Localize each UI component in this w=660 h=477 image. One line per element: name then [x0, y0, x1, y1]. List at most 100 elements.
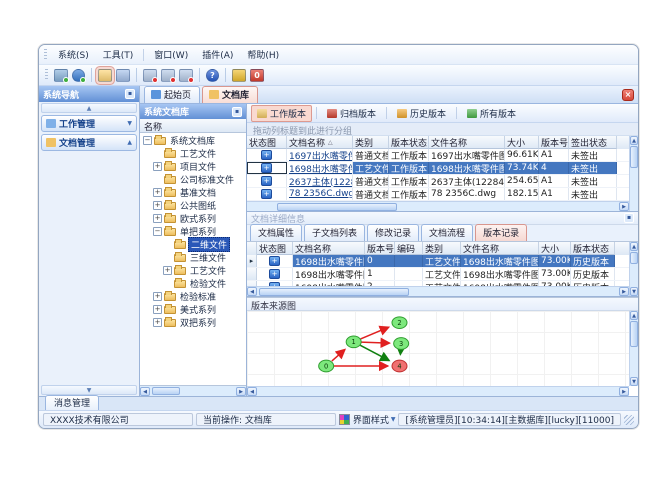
column-header-版本号[interactable]: 版本号: [539, 136, 569, 149]
tree-node-检验标准[interactable]: + 检验标准: [140, 290, 246, 303]
tree-node-工艺文件[interactable]: 工艺文件: [140, 147, 246, 160]
scroll-right-icon[interactable]: ▶: [619, 202, 629, 211]
column-header-状态图[interactable]: 状态图: [247, 136, 287, 149]
pin-icon[interactable]: ▪: [125, 89, 135, 99]
table-cell[interactable]: 1697出水嘴零件图.dwg: [429, 149, 505, 161]
menu-item-3[interactable]: 窗口(W): [147, 46, 195, 63]
scroll-right-icon[interactable]: ▶: [236, 386, 246, 396]
tree-node-美式系列[interactable]: + 美式系列: [140, 303, 246, 316]
button-历史版本[interactable]: 历史版本: [391, 105, 452, 122]
tree-node-二维文件[interactable]: 二维文件: [140, 237, 246, 252]
table-cell[interactable]: 普通文档: [353, 175, 389, 187]
tab-版本记录[interactable]: 版本记录: [475, 224, 528, 241]
tree-node-公共图纸[interactable]: + 公共图纸: [140, 199, 246, 212]
column-header-版本号[interactable]: 版本号: [365, 242, 395, 255]
table-cell[interactable]: 2637主体(12284).dwg: [429, 175, 505, 187]
tab-文档流程[interactable]: 文档流程: [421, 224, 474, 241]
tree-node-检验文件[interactable]: 检验文件: [140, 277, 246, 290]
table-cell[interactable]: A1: [539, 175, 569, 187]
display-icon[interactable]: [54, 68, 69, 83]
table-cell[interactable]: 182.15KB: [505, 188, 539, 200]
table-cell[interactable]: 工艺文件: [423, 255, 461, 267]
version-node-3[interactable]: 3: [393, 337, 410, 350]
tree-node-公司标准文件[interactable]: 公司标准文件: [140, 173, 246, 186]
table-vertical-scrollbar[interactable]: ▲: [629, 136, 638, 211]
lock-icon[interactable]: [232, 68, 246, 82]
table-cell[interactable]: 未签出: [569, 149, 617, 161]
tab-子文档列表[interactable]: 子文档列表: [304, 224, 366, 241]
menu-item-4[interactable]: 插件(A): [195, 46, 240, 63]
table-horizontal-scrollbar[interactable]: ▶: [247, 201, 629, 211]
table-cell[interactable]: 1697出水嘴零件图.dwg: [287, 149, 353, 161]
version-graph-canvas[interactable]: 0 1 2 3 4: [247, 311, 629, 386]
column-header-大小[interactable]: 大小: [505, 136, 539, 149]
scroll-right-icon[interactable]: ▶: [619, 287, 629, 296]
table-cell[interactable]: 工作版本: [389, 175, 429, 187]
table-cell[interactable]: 未签出: [569, 188, 617, 200]
tab-修改记录[interactable]: 修改记录: [367, 224, 420, 241]
table-cell[interactable]: 2637主体(12284).dwg: [287, 175, 353, 187]
globe-icon[interactable]: [72, 68, 86, 83]
version-node-1[interactable]: 1: [345, 335, 362, 349]
exit-icon[interactable]: 0: [250, 68, 264, 82]
table-cell[interactable]: 1698出水嘴零件图.dwg: [293, 268, 365, 280]
layout-window-icon[interactable]: [116, 68, 130, 82]
table-cell[interactable]: A1: [539, 149, 569, 161]
column-header-编码[interactable]: 编码: [395, 242, 423, 255]
scroll-up-icon[interactable]: ▲: [630, 136, 638, 145]
drag-handle-icon[interactable]: [44, 48, 47, 61]
table-vertical-scrollbar[interactable]: ▲ ▼: [629, 242, 638, 296]
table-cell[interactable]: 工艺文件: [353, 162, 389, 174]
table-cell[interactable]: 未签出: [569, 175, 617, 187]
table-cell[interactable]: 1698出水嘴零件图.dwg: [461, 268, 539, 280]
collapse-icon[interactable]: −: [153, 227, 162, 236]
table-cell[interactable]: 工作版本: [389, 162, 429, 174]
expand-icon[interactable]: +: [163, 266, 172, 275]
table-cell[interactable]: 78 2356C.dwg: [429, 188, 505, 200]
expand-icon[interactable]: +: [153, 188, 162, 197]
mail-delete-icon[interactable]: [179, 68, 194, 83]
nav-scroll-down[interactable]: ▼: [41, 385, 137, 395]
expand-icon[interactable]: +: [153, 162, 162, 171]
table-cell[interactable]: 73.00KB: [539, 268, 571, 280]
table-row[interactable]: +2637主体(12284).dwg普通文档工作版本2637主体(12284).…: [247, 175, 629, 188]
tree-node-项目文件[interactable]: + 项目文件: [140, 160, 246, 173]
column-header-版本状态[interactable]: 版本状态: [389, 136, 429, 149]
tree-column-header[interactable]: 名称: [140, 119, 246, 133]
scroll-down-icon[interactable]: ▼: [630, 377, 638, 386]
graph-vertical-scrollbar[interactable]: ▲ ▼: [629, 311, 638, 386]
table-cell[interactable]: 73.00KB: [539, 255, 571, 267]
scroll-left-icon[interactable]: ◀: [247, 387, 257, 396]
tree-node-基准文档[interactable]: + 基准文档: [140, 186, 246, 199]
pin-icon[interactable]: ▪: [624, 213, 634, 223]
expand-icon[interactable]: +: [153, 305, 162, 314]
table-cell[interactable]: 工作版本: [389, 188, 429, 200]
table-cell[interactable]: 0: [365, 255, 395, 267]
table-horizontal-scrollbar[interactable]: ◀ ▶: [247, 286, 629, 296]
expand-icon[interactable]: +: [153, 214, 162, 223]
table-cell[interactable]: 未签出: [569, 162, 617, 174]
table-cell[interactable]: 96.61KB: [505, 149, 539, 161]
column-header-状态图[interactable]: 状态图: [257, 242, 293, 255]
expand-icon[interactable]: +: [153, 318, 162, 327]
pin-icon[interactable]: ▪: [232, 106, 242, 117]
resize-grip[interactable]: [624, 414, 634, 425]
button-工作版本[interactable]: 工作版本: [251, 104, 313, 122]
scroll-up-icon[interactable]: ▲: [630, 311, 638, 320]
tree-node-欧式系列[interactable]: + 欧式系列: [140, 212, 246, 225]
button-归档版本[interactable]: 归档版本: [321, 105, 382, 122]
table-cell[interactable]: 4: [539, 162, 569, 174]
scroll-up-icon[interactable]: ▲: [630, 242, 638, 251]
table-cell[interactable]: 1698出水嘴零件图.dwg: [429, 162, 505, 174]
nav-scroll-up[interactable]: ▲: [41, 103, 137, 113]
tree-node-工艺文件[interactable]: + 工艺文件: [140, 264, 246, 277]
scroll-right-icon[interactable]: ▶: [619, 387, 629, 396]
scroll-left-icon[interactable]: ◀: [140, 386, 150, 396]
scroll-down-icon[interactable]: ▼: [630, 287, 638, 296]
column-header-文件名称[interactable]: 文件名称: [429, 136, 505, 149]
tab-message-manage[interactable]: 消息管理: [45, 395, 100, 410]
table-cell[interactable]: 历史版本: [571, 268, 615, 280]
table-cell[interactable]: [395, 268, 423, 280]
scroll-left-icon[interactable]: ◀: [247, 287, 257, 296]
tab-文档属性[interactable]: 文档属性: [250, 224, 303, 241]
